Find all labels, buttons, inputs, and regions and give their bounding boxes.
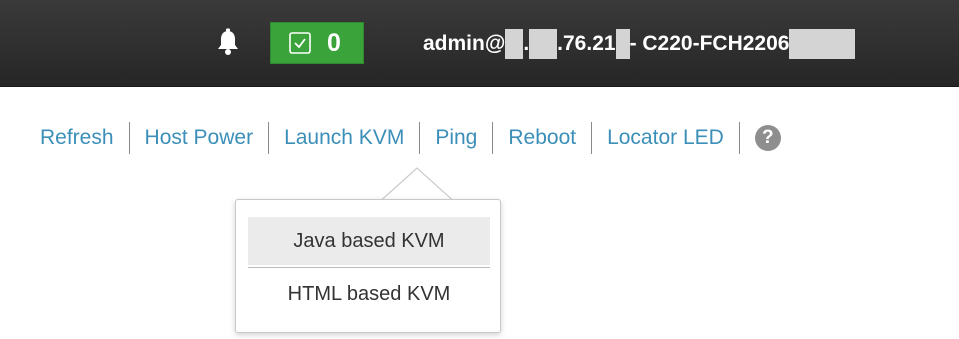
toolbar-divider (738, 122, 740, 154)
reboot-link[interactable]: Reboot (508, 118, 576, 158)
locator-led-link[interactable]: Locator LED (607, 118, 724, 158)
bell-icon[interactable] (213, 27, 243, 57)
kvm-launch-menu: Java based KVM HTML based KVM (235, 199, 501, 333)
popover-arrow (377, 167, 457, 204)
user-ip-suffix: .76.21 (557, 32, 616, 55)
alerts-summary-button[interactable]: 0 (270, 22, 364, 64)
menu-divider (248, 267, 490, 268)
toolbar-divider (419, 122, 421, 154)
redacted-block (789, 29, 856, 59)
host-power-link[interactable]: Host Power (145, 118, 254, 158)
redacted-block (529, 29, 558, 59)
help-icon[interactable]: ? (754, 125, 781, 151)
redacted-block (615, 29, 630, 59)
toolbar-divider (492, 122, 494, 154)
toolbar-divider (591, 122, 593, 154)
user-prefix: admin@ (423, 32, 506, 55)
launch-kvm-link[interactable]: Launch KVM (284, 118, 404, 158)
user-info: admin@. .76.21 - C220-FCH2206 (423, 29, 856, 59)
menu-item-java-kvm[interactable]: Java based KVM (248, 217, 490, 265)
alert-count: 0 (327, 29, 341, 57)
refresh-link[interactable]: Refresh (40, 118, 114, 158)
ping-link[interactable]: Ping (435, 118, 477, 158)
top-header-bar: 0 admin@. .76.21 - C220-FCH2206 (0, 0, 959, 87)
user-server: - C220-FCH2206 (629, 32, 790, 55)
menu-item-html-kvm[interactable]: HTML based KVM (248, 270, 490, 318)
toolbar-divider (128, 122, 130, 154)
toolbar-divider (268, 122, 270, 154)
action-toolbar: Refresh Host Power Launch KVM Ping Reboo… (40, 118, 781, 158)
redacted-block (505, 29, 524, 59)
check-icon (289, 32, 311, 54)
